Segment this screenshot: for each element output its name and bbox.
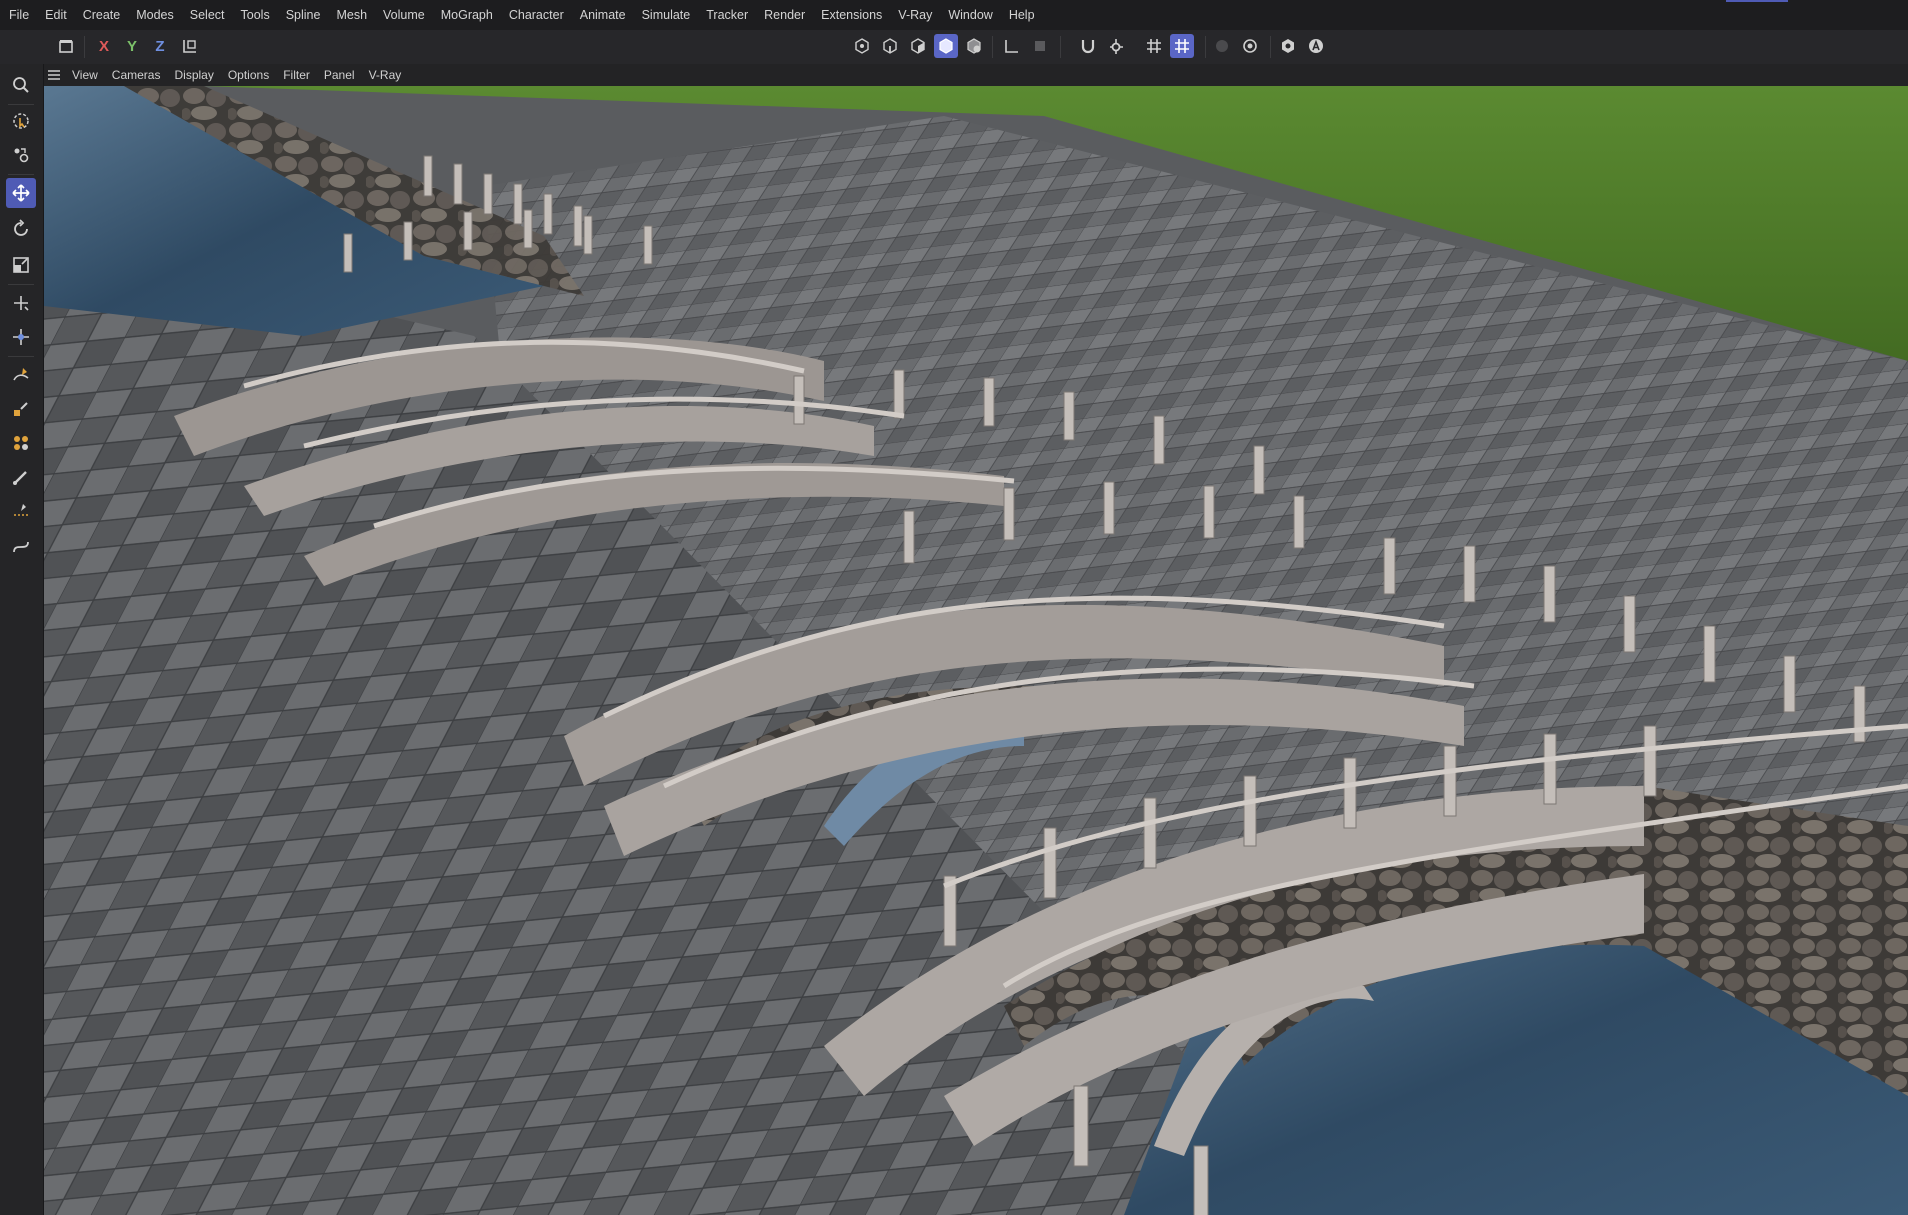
- menu-item-volume[interactable]: Volume: [375, 8, 433, 22]
- tool-separator: [8, 356, 34, 357]
- undo-view-icon[interactable]: [54, 34, 78, 58]
- menu-item-render[interactable]: Render: [756, 8, 813, 22]
- points-mode-icon[interactable]: [850, 34, 874, 58]
- menu-item-simulate[interactable]: Simulate: [634, 8, 699, 22]
- menu-item-tools[interactable]: Tools: [233, 8, 278, 22]
- model-mode-icon[interactable]: [934, 34, 958, 58]
- menu-item-select[interactable]: Select: [182, 8, 233, 22]
- viewport-menu-display[interactable]: Display: [167, 68, 220, 82]
- pen-tool-icon[interactable]: [6, 360, 36, 390]
- toolbar-separator: [992, 36, 993, 58]
- viewport-menu-bar: View Cameras Display Options Filter Panel V-Ra…: [43, 64, 1908, 86]
- viewport-menu-cameras[interactable]: Cameras: [105, 68, 168, 82]
- edges-mode-icon[interactable]: [878, 34, 902, 58]
- tool-separator: [8, 174, 34, 175]
- rotate-tool-icon[interactable]: [6, 214, 36, 244]
- top-toolbar: X Y Z: [0, 30, 1908, 65]
- viewport-menu-view[interactable]: View: [65, 68, 105, 82]
- viewport-menu-icon[interactable]: [43, 64, 65, 86]
- menu-item-help[interactable]: Help: [1001, 8, 1043, 22]
- z-axis-label: Z: [155, 37, 165, 55]
- 3d-viewport[interactable]: [44, 86, 1908, 1215]
- polygons-mode-icon[interactable]: [906, 34, 930, 58]
- scale-points-icon[interactable]: [6, 140, 36, 170]
- x-axis-label: X: [98, 37, 109, 55]
- menu-item-file[interactable]: File: [0, 8, 37, 22]
- menu-bar: File Edit Create Modes Select Tools Spline Mesh…: [0, 0, 1908, 30]
- bridge-scene-render: [44, 86, 1908, 1215]
- menu-item-edit[interactable]: Edit: [37, 8, 75, 22]
- paint-tool-icon[interactable]: [6, 394, 36, 424]
- knife-tool-icon[interactable]: [6, 496, 36, 526]
- y-axis-lock-button[interactable]: Y: [120, 34, 144, 58]
- viewport-menu-filter[interactable]: Filter: [276, 68, 317, 82]
- menu-item-modes[interactable]: Modes: [128, 8, 182, 22]
- y-axis-label: Y: [126, 37, 137, 55]
- toolbar-separator: [84, 36, 85, 58]
- x-axis-lock-button[interactable]: X: [92, 34, 116, 58]
- live-selection-icon[interactable]: [6, 106, 36, 136]
- menu-item-mesh[interactable]: Mesh: [328, 8, 375, 22]
- brush-tool-icon[interactable]: [6, 462, 36, 492]
- left-tool-palette: [0, 64, 44, 1215]
- menu-item-window[interactable]: Window: [940, 8, 1000, 22]
- workplane-snap-icon[interactable]: [1170, 34, 1194, 58]
- sculpt-tool-icon[interactable]: [6, 428, 36, 458]
- menu-item-animate[interactable]: Animate: [572, 8, 634, 22]
- vray-render-icon[interactable]: [1304, 34, 1328, 58]
- toolbar-separator: [1205, 36, 1206, 58]
- tool-separator: [8, 104, 34, 105]
- axis-mode-icon[interactable]: [1000, 34, 1024, 58]
- uv-mode-icon[interactable]: [962, 34, 986, 58]
- toolbar-separator: [1060, 36, 1061, 58]
- spline-tool-icon[interactable]: [6, 532, 36, 562]
- menu-item-v-ray[interactable]: V-Ray: [890, 8, 940, 22]
- viewport-menu-panel[interactable]: Panel: [317, 68, 362, 82]
- viewport-menu-options[interactable]: Options: [221, 68, 276, 82]
- menu-item-tracker[interactable]: Tracker: [698, 8, 756, 22]
- menu-item-spline[interactable]: Spline: [278, 8, 329, 22]
- render-region-icon[interactable]: [1210, 34, 1234, 58]
- viewport-menu-v-ray[interactable]: V-Ray: [362, 68, 409, 82]
- move-tool-icon[interactable]: [6, 178, 36, 208]
- tool-separator: [8, 284, 34, 285]
- menu-item-create[interactable]: Create: [75, 8, 129, 22]
- scale-tool-icon[interactable]: [6, 250, 36, 280]
- active-layout-indicator: [1726, 0, 1788, 2]
- menu-item-extensions[interactable]: Extensions: [813, 8, 890, 22]
- menu-item-mograph[interactable]: MoGraph: [433, 8, 501, 22]
- z-axis-lock-button[interactable]: Z: [148, 34, 172, 58]
- search-icon[interactable]: [6, 70, 36, 100]
- toolbar-separator: [1270, 36, 1271, 58]
- transform-tool-icon[interactable]: [6, 322, 36, 352]
- coordinate-system-icon[interactable]: [178, 34, 202, 58]
- snap-magnet-icon[interactable]: [1076, 34, 1100, 58]
- menu-item-character[interactable]: Character: [501, 8, 572, 22]
- object-mode-icon[interactable]: [1028, 34, 1052, 58]
- move-axis-icon[interactable]: [6, 288, 36, 318]
- render-settings-icon[interactable]: [1238, 34, 1262, 58]
- vray-material-icon[interactable]: [1276, 34, 1300, 58]
- workplane-grid-icon[interactable]: [1142, 34, 1166, 58]
- snap-settings-icon[interactable]: [1104, 34, 1128, 58]
